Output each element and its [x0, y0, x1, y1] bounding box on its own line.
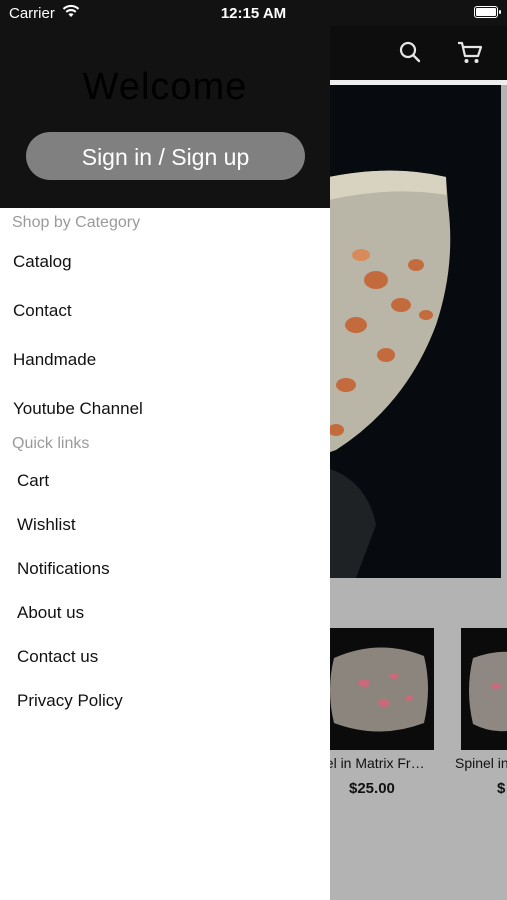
- menu-item-contact[interactable]: Contact: [13, 301, 72, 321]
- cart-icon[interactable]: [456, 38, 484, 66]
- gemstone-picture: [324, 628, 434, 750]
- product-image[interactable]: [461, 628, 507, 750]
- sign-in-button[interactable]: Sign in / Sign up: [26, 132, 305, 180]
- menu-item-catalog[interactable]: Catalog: [13, 252, 72, 272]
- battery-icon: [474, 6, 501, 18]
- menu-item-youtube-channel[interactable]: Youtube Channel: [13, 399, 143, 419]
- status-bar: Carrier 12:15 AM: [0, 0, 507, 26]
- banner-image[interactable]: [316, 85, 501, 578]
- product-name[interactable]: nel in Matrix Fr…: [318, 755, 425, 771]
- navigation-drawer: Welcome Sign in / Sign up Shop by Catego…: [0, 26, 330, 900]
- product-name[interactable]: Spinel in: [455, 755, 507, 771]
- welcome-title: Welcome: [82, 66, 248, 108]
- menu-item-contact-us[interactable]: Contact us: [17, 647, 98, 667]
- section-title-categories: Shop by Category: [12, 214, 141, 231]
- product-price: $25.00: [349, 780, 395, 797]
- menu-item-notifications[interactable]: Notifications: [17, 559, 110, 579]
- product-price: $: [497, 780, 506, 797]
- menu-item-privacy-policy[interactable]: Privacy Policy: [17, 691, 123, 711]
- clock: 12:15 AM: [220, 5, 287, 22]
- section-title-quick-links: Quick links: [12, 435, 90, 452]
- product-image[interactable]: [324, 628, 434, 750]
- mineral-banner-picture: [316, 85, 501, 578]
- gemstone-picture: [461, 628, 507, 750]
- menu-item-cart[interactable]: Cart: [17, 471, 49, 491]
- search-icon[interactable]: [398, 40, 422, 64]
- menu-item-handmade[interactable]: Handmade: [13, 350, 96, 370]
- menu-item-wishlist[interactable]: Wishlist: [17, 515, 76, 535]
- drawer-header: Welcome Sign in / Sign up: [0, 26, 330, 208]
- menu-item-about-us[interactable]: About us: [17, 603, 84, 623]
